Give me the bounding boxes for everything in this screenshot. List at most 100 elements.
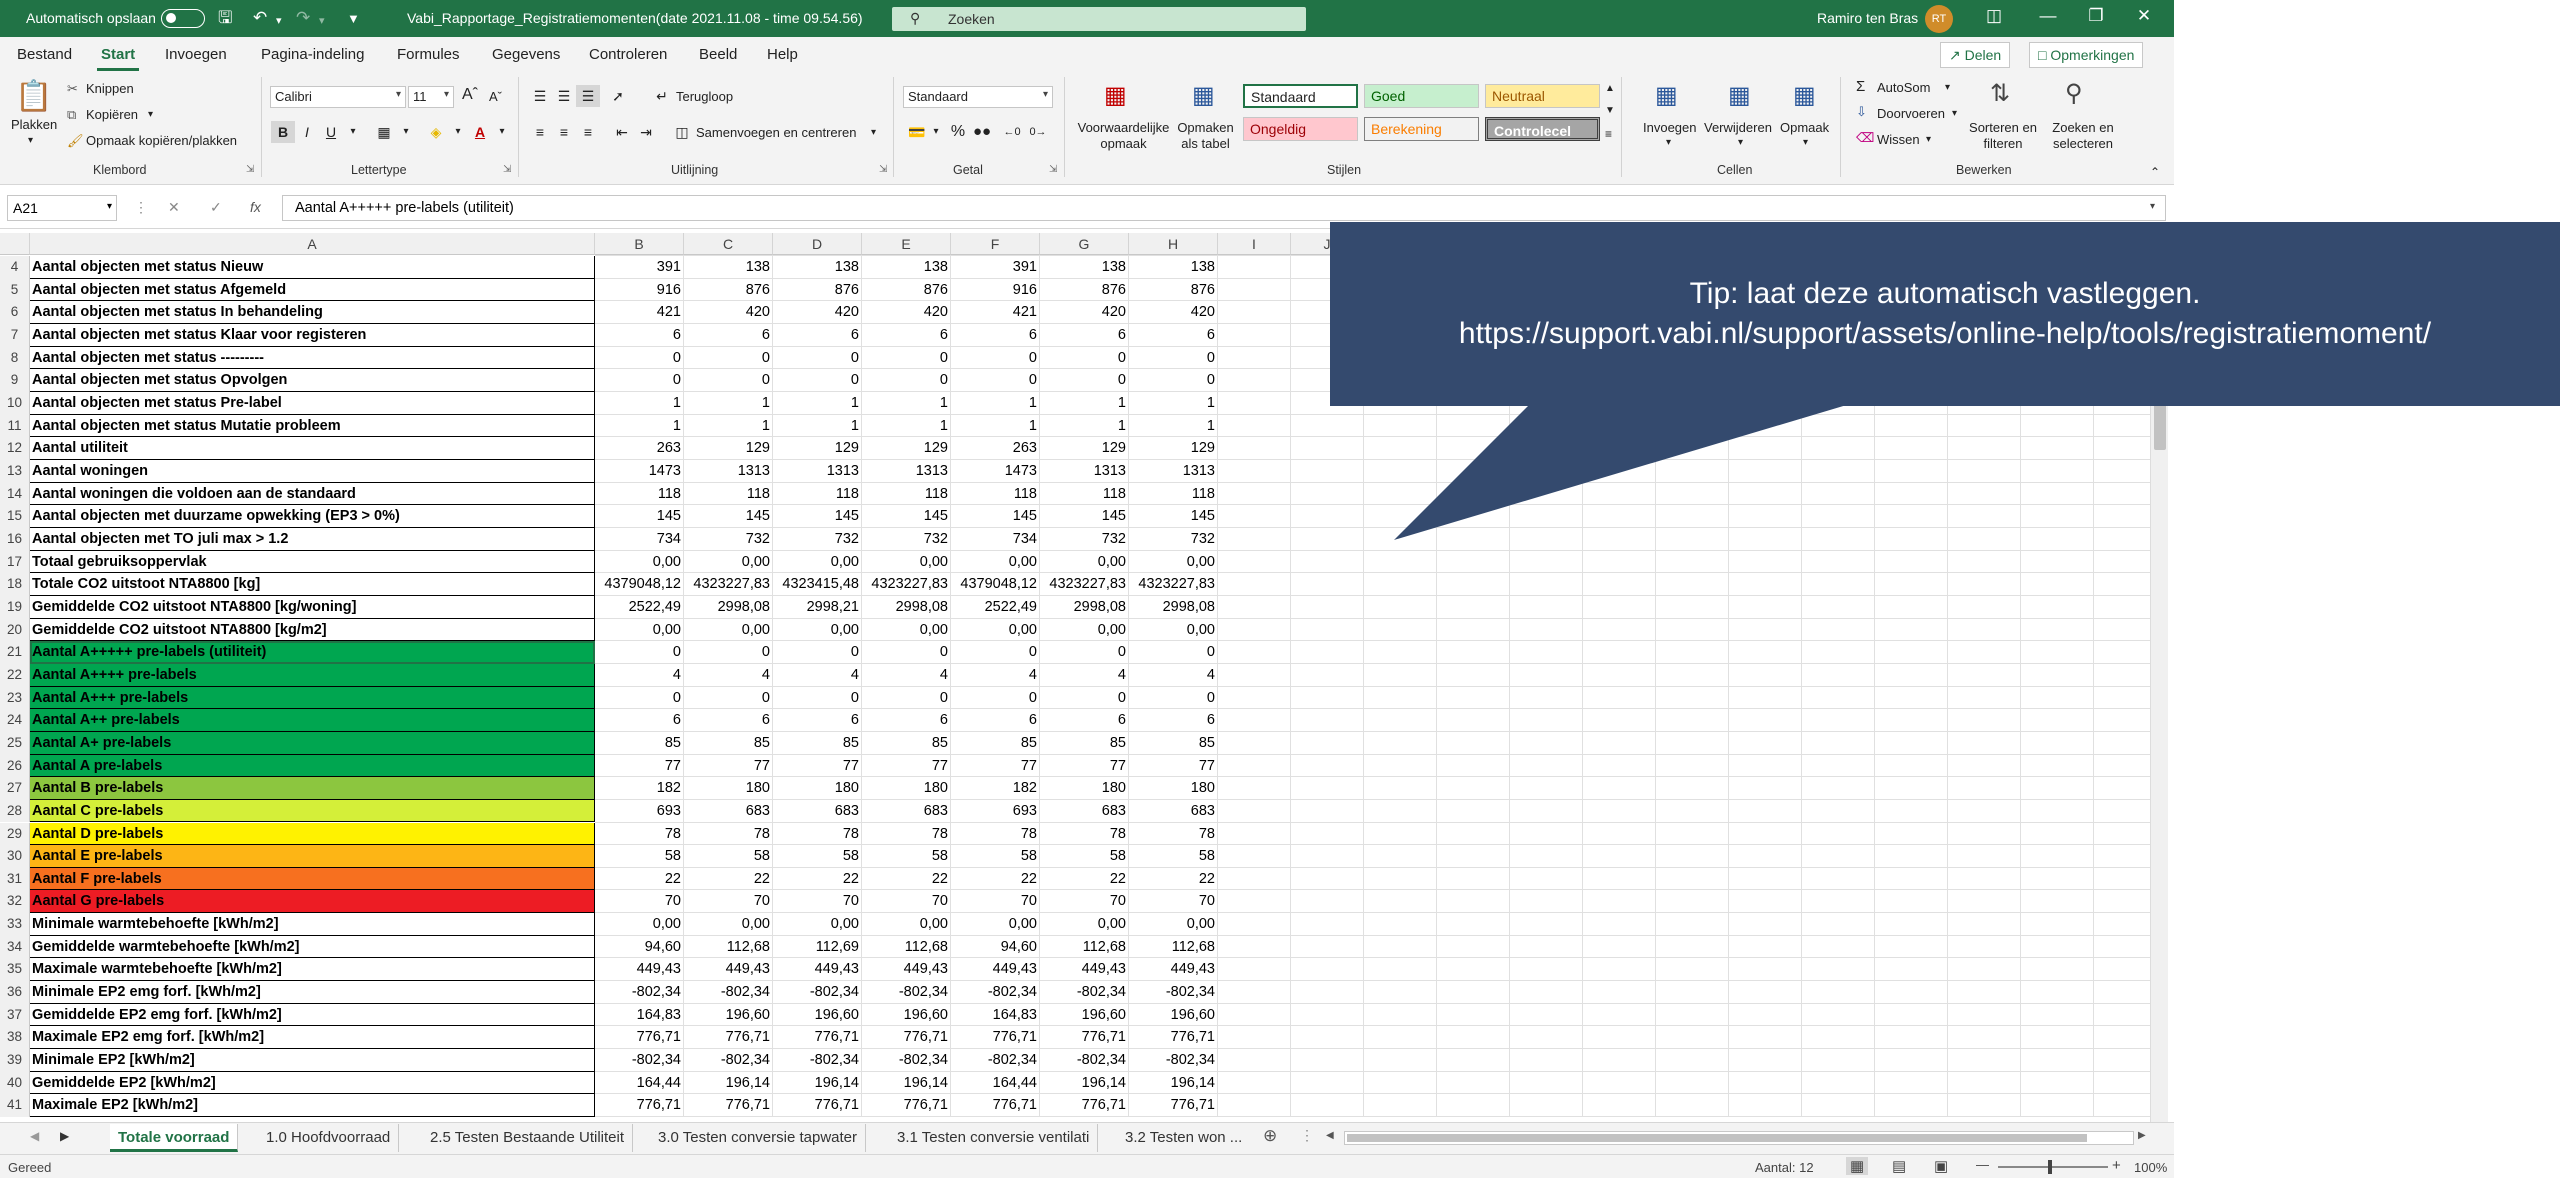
cell-value[interactable]: 0,00 <box>773 551 862 574</box>
cell-value[interactable]: 196,14 <box>1040 1072 1129 1095</box>
cell-value[interactable]: 58 <box>684 845 773 868</box>
cell-value[interactable]: 0 <box>951 641 1040 664</box>
cell-value[interactable]: 776,71 <box>595 1026 684 1049</box>
wrap-text-button[interactable]: Terugloop <box>676 89 733 104</box>
cell-value[interactable]: 164,83 <box>595 1004 684 1027</box>
cell-value[interactable]: 1 <box>862 415 951 438</box>
decrease-indent-icon[interactable]: ⇤ <box>610 121 634 143</box>
cell-value[interactable]: 420 <box>773 301 862 324</box>
cell-value[interactable]: 449,43 <box>773 958 862 981</box>
cell-value[interactable]: 732 <box>1040 528 1129 551</box>
cell-value[interactable]: 916 <box>951 279 1040 302</box>
cell-value[interactable]: 112,68 <box>1040 936 1129 959</box>
cell-value[interactable]: 0,00 <box>773 619 862 642</box>
cell-value[interactable]: 118 <box>862 483 951 506</box>
cell-label[interactable]: Aantal objecten met status In behandelin… <box>30 301 595 324</box>
cell-value[interactable]: 78 <box>684 823 773 846</box>
wrap-text-icon[interactable]: ↵ <box>650 85 674 107</box>
cell-value[interactable]: 0 <box>862 641 951 664</box>
cell-value[interactable]: 0 <box>595 369 684 392</box>
cell-value[interactable]: 4 <box>862 664 951 687</box>
cell-value[interactable]: 0 <box>684 641 773 664</box>
cell-value[interactable]: 77 <box>684 755 773 778</box>
zoom-level[interactable]: 100% <box>2134 1160 2167 1175</box>
cell-value[interactable]: 94,60 <box>595 936 684 959</box>
hscroll-right-icon[interactable]: ▶ <box>2138 1130 2146 1141</box>
cell-value[interactable]: 776,71 <box>684 1094 773 1117</box>
row-header[interactable]: 19 <box>0 595 30 619</box>
cell-value[interactable]: 77 <box>773 755 862 778</box>
align-bottom-icon[interactable]: ☰ <box>576 85 600 107</box>
cell-value[interactable]: 449,43 <box>951 958 1040 981</box>
cell-value[interactable]: 732 <box>862 528 951 551</box>
cell-value[interactable]: 776,71 <box>862 1026 951 1049</box>
cell-value[interactable]: 0,00 <box>595 551 684 574</box>
row-header[interactable]: 32 <box>0 890 30 914</box>
cell-value[interactable]: 0,00 <box>862 913 951 936</box>
cell-value[interactable]: 776,71 <box>1040 1094 1129 1117</box>
cell-value[interactable]: 145 <box>951 505 1040 528</box>
decrease-decimal-icon[interactable]: 0→ <box>1026 121 1050 143</box>
copy-button[interactable]: Kopiëren <box>86 107 138 122</box>
cell-value[interactable]: 70 <box>951 890 1040 913</box>
cell-value[interactable]: 4 <box>951 664 1040 687</box>
cell-label[interactable]: Aantal utiliteit <box>30 437 595 460</box>
row-header[interactable]: 36 <box>0 981 30 1004</box>
cell-label[interactable]: Gemiddelde CO2 uitstoot NTA8800 [kg/m2] <box>30 618 595 642</box>
page-break-icon[interactable]: ▣ <box>1934 1157 1948 1175</box>
cell-value[interactable]: 4 <box>684 664 773 687</box>
autosum-button[interactable]: AutoSom <box>1877 80 1930 95</box>
cell-value[interactable]: 22 <box>951 868 1040 891</box>
row-header[interactable]: 34 <box>0 935 30 959</box>
zoom-in-icon[interactable]: + <box>2112 1157 2121 1174</box>
cell-value[interactable]: 916 <box>595 279 684 302</box>
cell-label[interactable]: Aantal woningen <box>30 459 595 483</box>
cell-value[interactable]: 1313 <box>1129 460 1218 483</box>
cell-value[interactable]: 1 <box>595 415 684 438</box>
cell-value[interactable]: -802,34 <box>1129 1049 1218 1072</box>
cell-value[interactable]: 180 <box>1040 777 1129 800</box>
cell-value[interactable]: 0,00 <box>1040 619 1129 642</box>
column-header[interactable]: H <box>1129 233 1218 255</box>
row-header[interactable]: 35 <box>0 958 30 982</box>
cell-value[interactable]: 776,71 <box>773 1026 862 1049</box>
menu-start[interactable]: Start <box>101 46 135 63</box>
cell-value[interactable]: 693 <box>595 800 684 823</box>
cell-label[interactable]: Aantal objecten met status --------- <box>30 346 595 370</box>
cell-value[interactable]: 77 <box>862 755 951 778</box>
cell-value[interactable]: 683 <box>1129 800 1218 823</box>
cell-value[interactable]: 118 <box>773 483 862 506</box>
cell-value[interactable]: 58 <box>1129 845 1218 868</box>
merge-center-button[interactable]: Samenvoegen en centreren <box>696 125 856 140</box>
cell-value[interactable]: 0 <box>1040 369 1129 392</box>
cell-label[interactable]: Aantal objecten met status Nieuw <box>30 256 595 279</box>
cell-value[interactable]: 145 <box>1129 505 1218 528</box>
cell-value[interactable]: 70 <box>1040 890 1129 913</box>
cell-value[interactable]: 0 <box>1129 347 1218 370</box>
cell-value[interactable]: 421 <box>595 301 684 324</box>
cell-value[interactable]: 112,68 <box>1129 936 1218 959</box>
cell-value[interactable]: 732 <box>1129 528 1218 551</box>
cell-value[interactable]: 1 <box>862 392 951 415</box>
row-header[interactable]: 27 <box>0 777 30 800</box>
cell-value[interactable]: 112,68 <box>862 936 951 959</box>
insert-function-icon[interactable]: fx <box>250 199 261 215</box>
sheet-tab[interactable]: Totale voorraad <box>110 1124 239 1152</box>
cell-value[interactable]: 85 <box>1040 732 1129 755</box>
style-controlecel[interactable]: Controlecel <box>1485 117 1600 141</box>
normal-view-icon[interactable]: ▦ <box>1846 1157 1869 1175</box>
increase-decimal-icon[interactable]: ←0 <box>1000 121 1024 143</box>
cell-value[interactable]: 0,00 <box>773 913 862 936</box>
row-header[interactable]: 20 <box>0 618 30 642</box>
cell-value[interactable]: 391 <box>595 256 684 279</box>
row-header[interactable]: 13 <box>0 459 30 483</box>
row-header[interactable]: 7 <box>0 323 30 347</box>
menu-formules[interactable]: Formules <box>397 46 460 63</box>
cell-value[interactable]: 683 <box>862 800 951 823</box>
cell-value[interactable]: 0 <box>1129 687 1218 710</box>
column-header[interactable]: A <box>30 233 595 255</box>
cell-value[interactable]: 4323227,83 <box>684 573 773 596</box>
cell-value[interactable]: 6 <box>595 324 684 347</box>
cell-value[interactable]: 876 <box>773 279 862 302</box>
cell-value[interactable]: 776,71 <box>1040 1026 1129 1049</box>
